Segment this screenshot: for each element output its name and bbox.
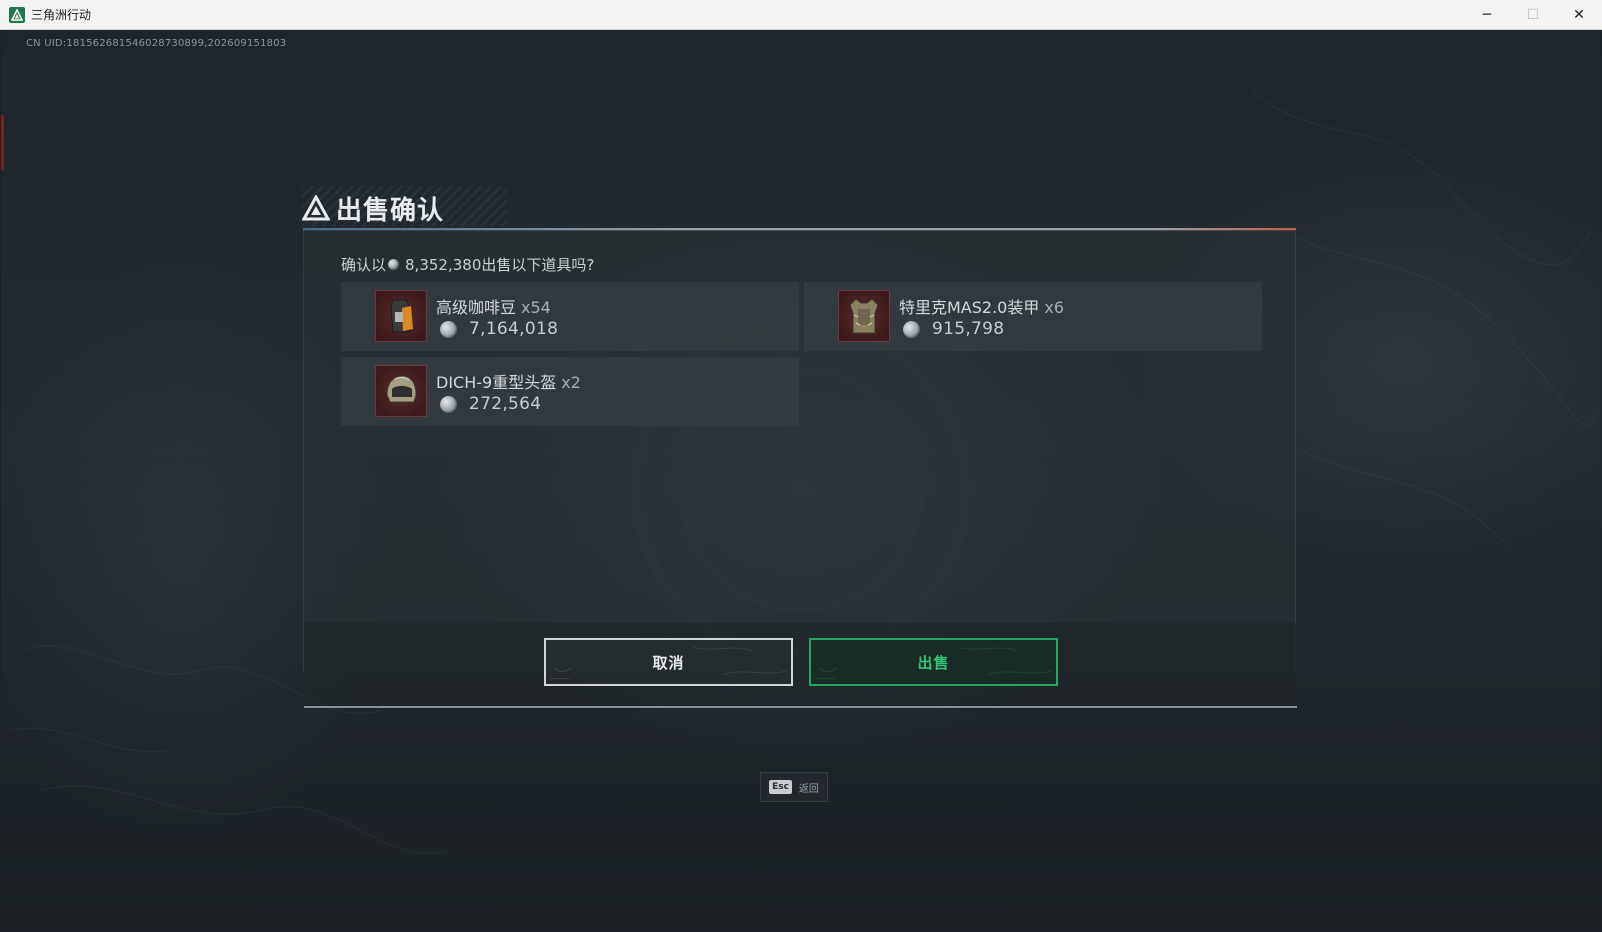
item-price: 915,798	[932, 319, 1005, 339]
item-price-row: 7,164,018	[440, 319, 558, 339]
item-card[interactable]: 高级咖啡豆 x54 7,164,018	[341, 282, 799, 351]
item-name: DICH-9重型头盔	[436, 373, 557, 392]
cancel-button[interactable]: 取消	[544, 638, 793, 686]
minimize-button[interactable]: ─	[1464, 0, 1510, 30]
sell-label: 出售	[917, 653, 950, 672]
dialog-header: 出售确认	[302, 186, 507, 226]
item-name-row: 高级咖啡豆 x54	[436, 294, 551, 318]
confirm-suffix: 出售以下道具吗?	[481, 256, 595, 274]
dialog-footer: 取消 出售	[304, 623, 1297, 708]
window-title: 三角洲行动	[31, 8, 92, 22]
item-card[interactable]: 特里克MAS2.0装甲 x6 915,798	[804, 282, 1262, 351]
item-name-row: 特里克MAS2.0装甲 x6	[899, 294, 1064, 318]
item-price-row: 272,564	[440, 394, 541, 414]
item-quantity: x6	[1044, 298, 1065, 317]
esc-key-badge: Esc	[769, 780, 792, 794]
delta-logo-icon	[302, 195, 330, 221]
app-logo-icon	[9, 6, 25, 23]
back-label: 返回	[798, 783, 819, 795]
total-price: 8,352,380	[405, 255, 482, 274]
coin-icon	[440, 395, 457, 413]
close-button[interactable]: ✕	[1556, 0, 1602, 30]
coin-icon	[903, 320, 920, 338]
edge-indicator	[1, 115, 4, 170]
item-price: 272,564	[469, 394, 542, 414]
window-titlebar: 三角洲行动 ─ ☐ ✕	[0, 0, 1602, 30]
dialog-title: 出售确认	[336, 195, 445, 226]
item-name: 高级咖啡豆	[436, 298, 517, 317]
sell-button[interactable]: 出售	[809, 638, 1058, 686]
maximize-button[interactable]: ☐	[1510, 0, 1556, 30]
sell-confirm-dialog: 确认以 8,352,380 出售以下道具吗? 高级咖啡豆 x54 7,164,01…	[303, 230, 1297, 708]
item-price-row: 915,798	[903, 319, 1004, 339]
window-controls: ─ ☐ ✕	[1464, 0, 1602, 30]
confirm-prefix: 确认以	[341, 256, 387, 274]
armor-vest-icon	[838, 290, 890, 342]
item-name: 特里克MAS2.0装甲	[899, 298, 1040, 317]
item-name-row: DICH-9重型头盔 x2	[436, 369, 581, 393]
confirm-message: 确认以 8,352,380 出售以下道具吗?	[341, 254, 594, 275]
uid-label: CN UID:1815626815460287308​99,2026091518…	[26, 38, 287, 49]
coin-icon	[440, 320, 457, 338]
esc-back-hint[interactable]: Esc 返回	[760, 772, 828, 802]
coin-icon	[388, 259, 400, 270]
coffee-beans-icon	[375, 290, 427, 342]
item-card[interactable]: DICH-9重型头盔 x2 272,564	[341, 357, 799, 426]
item-quantity: x54	[521, 298, 551, 317]
helmet-icon	[375, 365, 427, 417]
item-price: 7,164,018	[469, 319, 559, 339]
item-quantity: x2	[561, 373, 581, 392]
cancel-label: 取消	[652, 653, 685, 672]
